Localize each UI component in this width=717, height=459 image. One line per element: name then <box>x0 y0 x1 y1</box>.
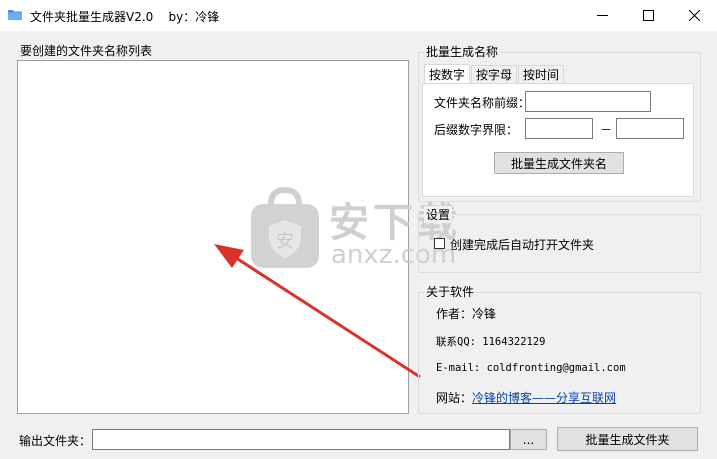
about-group-title: 关于软件 <box>424 283 477 300</box>
red-arrow <box>214 244 421 379</box>
folder-icon <box>8 10 22 20</box>
create-folders-button[interactable]: 批量生成文件夹 <box>557 427 698 451</box>
range-from-input[interactable] <box>525 118 593 139</box>
qq-text: 联系QQ: 1164322129 <box>436 336 546 348</box>
window-title: 文件夹批量生成器V2.0 by：冷锋 <box>30 10 220 24</box>
auto-open-checkbox[interactable] <box>434 238 445 249</box>
range-separator: － <box>600 123 613 137</box>
maximize-button[interactable] <box>625 0 671 31</box>
output-folder-input[interactable] <box>92 429 510 450</box>
output-folder-label: 输出文件夹： <box>19 434 92 448</box>
minimize-icon <box>596 15 608 16</box>
maximize-icon <box>642 10 654 21</box>
list-label: 要创建的文件夹名称列表 <box>20 44 153 58</box>
prefix-input[interactable] <box>525 91 651 112</box>
close-icon <box>688 10 700 21</box>
browse-button[interactable]: ... <box>510 429 547 450</box>
site-link[interactable]: 冷锋的博客——分享互联网 <box>472 389 616 406</box>
range-to-input[interactable] <box>616 118 684 139</box>
batch-group-title: 批量生成名称 <box>424 43 501 60</box>
minimize-button[interactable] <box>579 0 625 31</box>
email-text: E-mail: coldfronting@gmail.com <box>436 362 626 374</box>
tab-by-letter[interactable]: 按字母 <box>471 65 517 84</box>
generate-names-button[interactable]: 批量生成文件夹名 <box>494 152 624 174</box>
auto-open-label: 创建完成后自动打开文件夹 <box>450 238 595 252</box>
range-label: 后缀数字界限： <box>434 123 519 137</box>
author-text: 作者：冷锋 <box>436 307 497 321</box>
prefix-label: 文件夹名称前缀： <box>434 96 531 110</box>
tab-by-number[interactable]: 按数字 <box>424 64 470 84</box>
site-label: 网站： <box>436 391 473 405</box>
tab-by-time[interactable]: 按时间 <box>518 65 564 84</box>
close-button[interactable] <box>671 0 717 31</box>
title-bar: 文件夹批量生成器V2.0 by：冷锋 <box>0 0 717 31</box>
settings-group-title: 设置 <box>424 206 453 223</box>
